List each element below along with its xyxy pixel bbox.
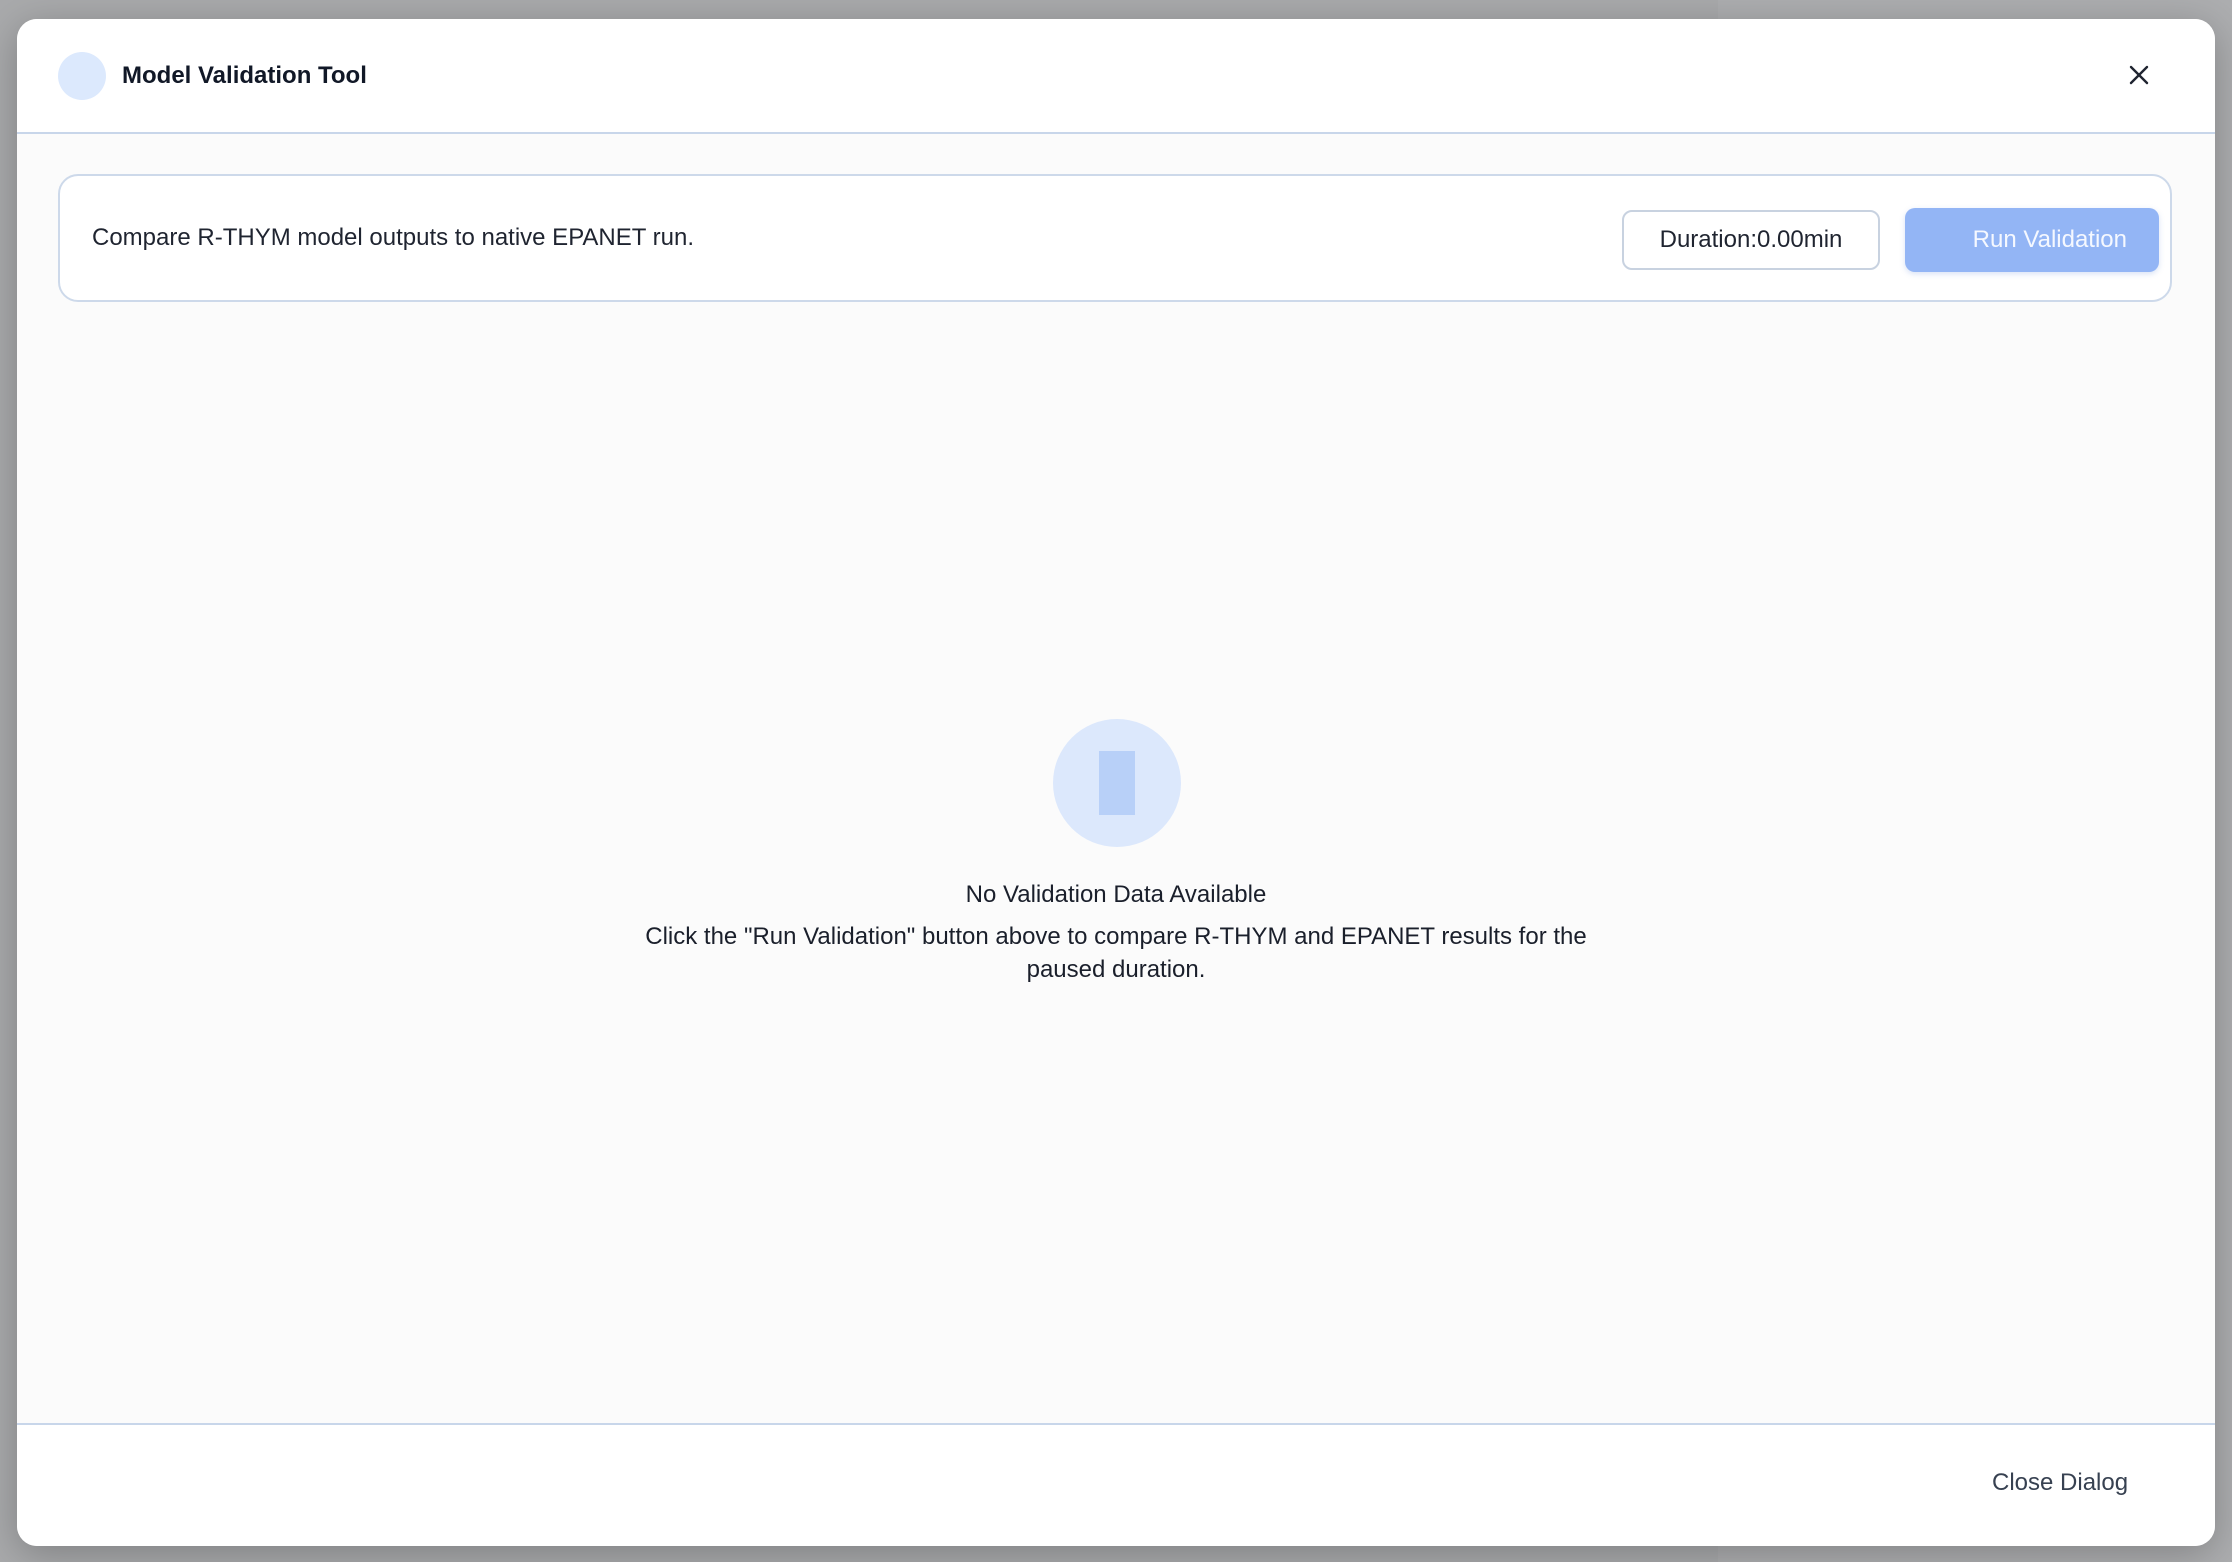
validation-dialog: Model Validation Tool Compare R-THYM mod… — [17, 19, 2215, 1546]
chart-placeholder-icon — [1053, 719, 1181, 847]
empty-state: No Validation Data Available Click the "… — [17, 134, 2215, 1442]
placeholder-glyph — [1099, 751, 1135, 815]
close-dialog-button[interactable]: Close Dialog — [1992, 1463, 2128, 1503]
empty-state-title: No Validation Data Available — [965, 881, 1267, 908]
empty-state-message: Click the "Run Validation" button above … — [645, 923, 1587, 983]
validation-icon — [58, 52, 106, 100]
dialog-title: Model Validation Tool — [122, 62, 367, 89]
dialog-footer: Close Dialog — [17, 1423, 2215, 1546]
close-icon[interactable] — [2119, 55, 2159, 95]
dialog-header: Model Validation Tool — [17, 19, 2215, 134]
dialog-body: Compare R-THYM model outputs to native E… — [17, 134, 2215, 1442]
